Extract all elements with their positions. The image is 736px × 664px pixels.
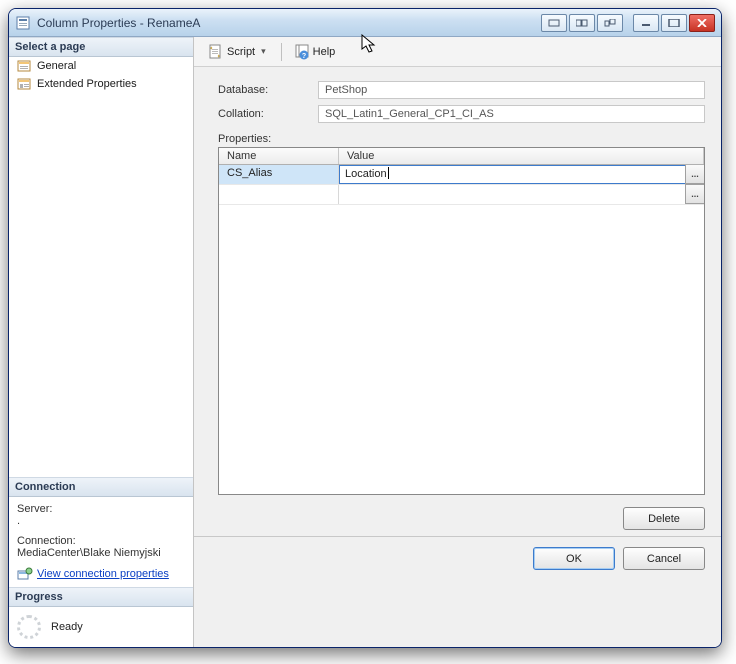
chevron-down-icon: ▾ <box>258 46 269 57</box>
grid-cell-name[interactable]: CS_Alias <box>219 165 339 184</box>
sidebar-page-general[interactable]: General <box>9 57 193 75</box>
close-button[interactable] <box>689 14 715 32</box>
connection-label: Connection: <box>17 535 185 547</box>
help-button[interactable]: ? Help <box>290 42 340 62</box>
view-connection-properties-link[interactable]: View connection properties <box>17 567 185 581</box>
grid-header-name[interactable]: Name <box>219 148 339 164</box>
app-icon <box>15 15 31 31</box>
grid-cell-name[interactable] <box>219 185 339 204</box>
minimize-button[interactable] <box>633 14 659 32</box>
connection-header: Connection <box>9 477 193 497</box>
progress-spinner-icon <box>17 615 41 639</box>
server-value: . <box>17 515 185 527</box>
sidebar-page-label: General <box>37 60 76 72</box>
window-title: Column Properties - RenameA <box>37 16 200 30</box>
grid-row[interactable]: CS_Alias Location ... <box>219 165 704 185</box>
properties-label: Properties: <box>218 133 705 145</box>
script-icon <box>208 44 224 60</box>
title-bar: Column Properties - RenameA <box>9 9 721 37</box>
server-label: Server: <box>17 503 185 515</box>
properties-grid: Name Value CS_Alias Location ... <box>218 147 705 495</box>
sidebar-page-extended-properties[interactable]: Extended Properties <box>9 75 193 93</box>
ok-button[interactable]: OK <box>533 547 615 570</box>
ellipsis-button[interactable]: ... <box>685 184 704 204</box>
connection-icon <box>17 567 33 581</box>
shell-btn-1[interactable] <box>541 14 567 32</box>
window-controls <box>633 14 715 32</box>
grid-header-value[interactable]: Value <box>339 148 704 164</box>
sidebar-page-label: Extended Properties <box>37 78 137 90</box>
collation-value: SQL_Latin1_General_CP1_CI_AS <box>318 105 705 123</box>
delete-button[interactable]: Delete <box>623 507 705 530</box>
ellipsis-button[interactable]: ... <box>685 165 704 184</box>
toolbar: Script ▾ ? Help <box>194 37 721 67</box>
help-icon: ? <box>294 44 310 60</box>
shell-btn-2[interactable] <box>569 14 595 32</box>
grid-cell-value[interactable]: Location ... <box>339 165 704 184</box>
grid-cell-value[interactable]: ... <box>339 185 704 204</box>
shell-btn-3[interactable] <box>597 14 623 32</box>
progress-header: Progress <box>9 587 193 607</box>
script-button[interactable]: Script ▾ <box>204 42 273 62</box>
database-label: Database: <box>218 84 318 96</box>
svg-text:?: ? <box>302 53 306 60</box>
progress-status: Ready <box>51 621 83 633</box>
database-value: PetShop <box>318 81 705 99</box>
shell-button-group <box>541 14 623 32</box>
collation-label: Collation: <box>218 108 318 120</box>
connection-value: MediaCenter\Blake Niemyjski <box>17 547 185 559</box>
select-page-header: Select a page <box>9 37 193 57</box>
maximize-button[interactable] <box>661 14 687 32</box>
main-panel: Script ▾ ? Help Database: PetShop Collat… <box>194 37 721 647</box>
sidebar: Select a page General Extended Propertie… <box>9 37 194 647</box>
cancel-button[interactable]: Cancel <box>623 547 705 570</box>
grid-row-empty[interactable]: ... <box>219 185 704 205</box>
toolbar-separator <box>281 43 282 61</box>
dialog-footer: OK Cancel <box>194 536 721 580</box>
